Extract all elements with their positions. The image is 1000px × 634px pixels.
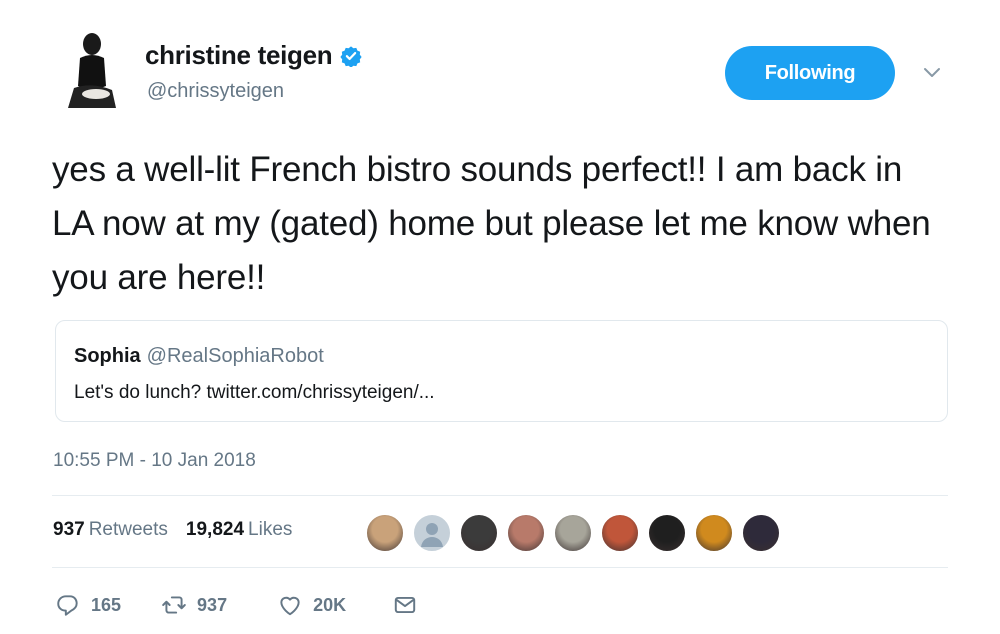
liker-avatar[interactable] [412,513,452,553]
liker-avatar[interactable] [694,513,734,553]
retweets-stat[interactable]: 937 Retweets [53,519,168,541]
retweets-count: 937 [53,519,85,540]
retweet-count: 937 [197,594,228,615]
reply-count: 165 [91,594,122,615]
like-count: 20K [313,594,347,615]
profile-photo-icon [56,28,126,112]
reply-button[interactable]: 165 [55,592,121,618]
liker-avatar[interactable] [365,513,405,553]
retweet-icon [162,596,186,614]
like-button[interactable]: 20K [277,592,346,618]
author-name-row: christine teigen [145,40,362,71]
heart-icon [280,596,300,616]
likes-count: 19,824 [185,519,245,540]
divider [52,567,948,568]
liker-avatar[interactable] [600,513,640,553]
quoted-tweet-card[interactable]: Sophia @RealSophiaRobot Let's do lunch? t… [55,320,948,422]
chevron-down-icon[interactable] [921,64,943,80]
likers-avatars [365,513,788,553]
following-button[interactable]: Following [725,46,895,100]
tweet-timestamp[interactable]: 10:55 PM - 10 Jan 2018 [53,450,256,472]
quoted-tweet-text: Let's do lunch? twitter.com/chrissyteige… [74,382,435,403]
quoted-tweet-author-handle: @RealSophiaRobot [146,345,324,367]
liker-avatar[interactable] [553,513,593,553]
reply-icon [57,595,78,616]
envelope-icon [394,596,416,614]
author-handle[interactable]: @chrissyteigen [147,80,284,103]
liker-avatar[interactable] [506,513,546,553]
likes-label: Likes [248,519,293,540]
direct-message-button[interactable] [392,592,418,618]
author-name[interactable]: christine teigen [145,40,333,71]
author-avatar[interactable] [56,28,126,112]
tweet-stats: 937 Retweets 19,824 Likes [53,519,292,541]
verified-badge-icon [340,45,362,67]
tweet-text: yes a well-lit French bistro sounds perf… [52,150,931,297]
liker-avatar[interactable] [459,513,499,553]
retweets-label: Retweets [88,519,168,540]
likes-stat[interactable]: 19,824 Likes [186,519,292,541]
tweet-actions: 165 937 20K [55,592,418,618]
liker-avatar[interactable] [741,513,781,553]
quoted-tweet-author-name: Sophia [74,345,141,367]
quoted-tweet-header: Sophia @RealSophiaRobot [74,345,324,368]
default-avatar-icon [421,523,443,547]
divider [52,495,948,496]
retweet-button[interactable]: 937 [161,592,227,618]
liker-avatar[interactable] [647,513,687,553]
